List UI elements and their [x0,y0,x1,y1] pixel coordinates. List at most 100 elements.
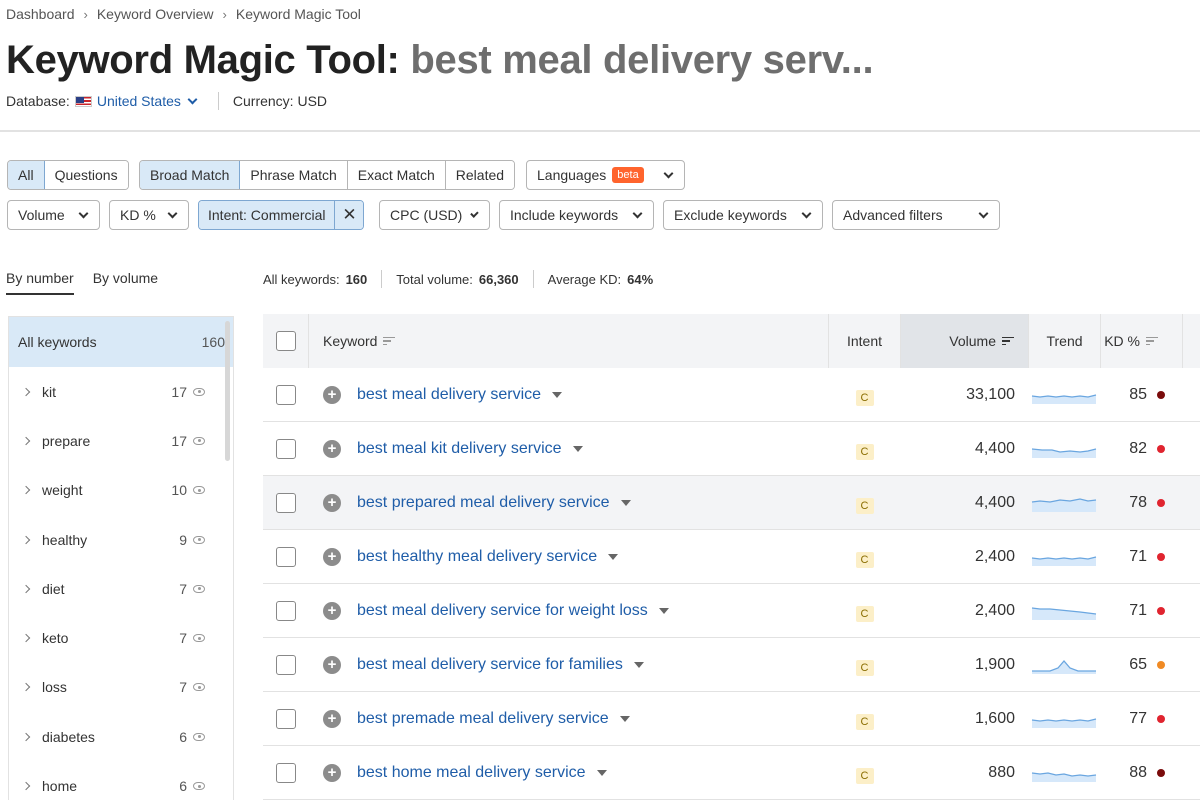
database-selector[interactable]: United States [70,93,200,109]
add-keyword-icon[interactable]: + [323,709,341,728]
table-row: + best meal kit delivery service C 4,400 82 [263,422,1200,476]
caret-down-icon[interactable] [596,769,607,776]
eye-icon[interactable] [193,782,205,791]
row-checkbox[interactable] [275,384,296,405]
row-checkbox[interactable] [275,708,296,729]
close-icon[interactable]: ✕ [335,201,364,229]
intent-badge: C [855,389,874,406]
group-item[interactable]: weight 10 [9,466,233,515]
caret-down-icon[interactable] [658,607,669,614]
advanced-filters-label: Advanced filters [843,207,943,223]
breadcrumb-keyword-overview[interactable]: Keyword Overview [97,6,214,22]
chevron-right-icon [21,633,31,643]
kd-difficulty-dot [1157,768,1165,777]
trend-sparkline [1029,746,1101,799]
currency-label: Currency: USD [232,93,328,109]
kd-cell: 82 [1101,422,1183,475]
row-checkbox[interactable] [275,438,296,459]
eye-icon[interactable] [193,486,205,495]
add-keyword-icon[interactable]: + [323,385,341,404]
keyword-link[interactable]: best home meal delivery service [357,764,586,782]
column-volume[interactable]: Volume [901,314,1029,368]
kd-filter-dropdown[interactable]: KD % [109,200,189,230]
caret-down-icon[interactable] [619,715,630,722]
include-keywords-dropdown[interactable]: Include keywords [499,200,654,230]
add-keyword-icon[interactable]: + [323,547,341,566]
table-body: + best meal delivery service C 33,100 85 + bes… [263,368,1200,800]
table-header: Keyword Intent Volume Trend KD % [263,314,1200,368]
tab-phrase-match[interactable]: Phrase Match [240,161,348,189]
keyword-link[interactable]: best premade meal delivery service [357,710,609,728]
volume-cell: 4,400 [974,493,1015,511]
intent-badge: C [855,551,874,568]
volume-filter-dropdown[interactable]: Volume [7,200,100,230]
group-item[interactable]: diet 7 [9,564,233,613]
caret-down-icon[interactable] [633,661,644,668]
group-count: 6 [179,728,187,745]
tab-all[interactable]: All [8,161,45,189]
eye-icon[interactable] [193,584,205,593]
group-item[interactable]: kit 17 [9,367,233,416]
eye-icon[interactable] [193,683,205,692]
keyword-link[interactable]: best prepared meal delivery service [357,494,610,512]
trend-sparkline [1029,692,1101,745]
add-keyword-icon[interactable]: + [323,763,341,782]
add-keyword-icon[interactable]: + [323,655,341,674]
trend-sparkline [1029,638,1101,691]
column-keyword[interactable]: Keyword [309,314,829,368]
eye-icon[interactable] [193,535,205,544]
exclude-keywords-dropdown[interactable]: Exclude keywords [663,200,823,230]
keyword-link[interactable]: best meal delivery service [357,386,541,404]
row-checkbox[interactable] [275,546,296,567]
caret-down-icon[interactable] [572,445,583,452]
row-checkbox[interactable] [275,600,296,621]
tab-questions[interactable]: Questions [44,161,128,189]
group-item[interactable]: diabetes 6 [9,712,233,761]
eye-icon[interactable] [193,387,205,396]
row-checkbox[interactable] [275,654,296,675]
breadcrumb-dashboard[interactable]: Dashboard [6,6,75,22]
caret-down-icon[interactable] [608,553,619,560]
cpc-filter-dropdown[interactable]: CPC (USD) [379,200,490,230]
advanced-filters-dropdown[interactable]: Advanced filters [832,200,1000,230]
column-kd-label: KD % [1104,333,1140,349]
tab-by-number[interactable]: By number [6,270,74,295]
group-item[interactable]: prepare 17 [9,416,233,465]
keyword-link[interactable]: best meal kit delivery service [357,440,562,458]
group-item[interactable]: loss 7 [9,663,233,712]
scrollbar[interactable] [225,321,230,461]
keyword-link[interactable]: best meal delivery service for weight lo… [357,602,648,620]
languages-dropdown[interactable]: Languages beta [526,160,685,190]
tab-exact-match[interactable]: Exact Match [347,161,446,189]
eye-icon[interactable] [193,634,205,643]
volume-cell: 2,400 [974,601,1015,619]
keyword-link[interactable]: best healthy meal delivery service [357,548,597,566]
volume-cell: 33,100 [966,385,1015,403]
keyword-link[interactable]: best meal delivery service for families [357,656,623,674]
add-keyword-icon[interactable]: + [323,493,341,512]
trend-sparkline [1029,422,1101,475]
page-title: Keyword Magic Tool: best meal delivery s… [6,38,874,83]
group-item[interactable]: healthy 9 [9,515,233,564]
table-row: + best prepared meal delivery service C 4,4… [263,476,1200,530]
chevron-right-icon: › [83,6,88,22]
tab-broad-match[interactable]: Broad Match [140,161,241,189]
group-item[interactable]: keto 7 [9,613,233,662]
eye-icon[interactable] [193,436,205,445]
eye-icon[interactable] [193,732,205,741]
row-checkbox[interactable] [275,762,296,783]
group-name: prepare [42,432,91,449]
caret-down-icon[interactable] [620,499,631,506]
tab-related[interactable]: Related [445,161,515,189]
column-kd[interactable]: KD % [1101,314,1183,368]
add-keyword-icon[interactable]: + [323,601,341,620]
add-keyword-icon[interactable]: + [323,439,341,458]
group-all-keywords[interactable]: All keywords 160 [9,317,233,367]
group-item[interactable]: home 6 [9,761,233,800]
intent-filter-label[interactable]: Intent: Commercial [199,201,336,229]
caret-down-icon[interactable] [552,391,563,398]
row-checkbox[interactable] [275,492,296,513]
tab-by-volume[interactable]: By volume [93,270,158,295]
row-select-cell [263,746,309,799]
select-all-checkbox[interactable] [275,331,296,351]
